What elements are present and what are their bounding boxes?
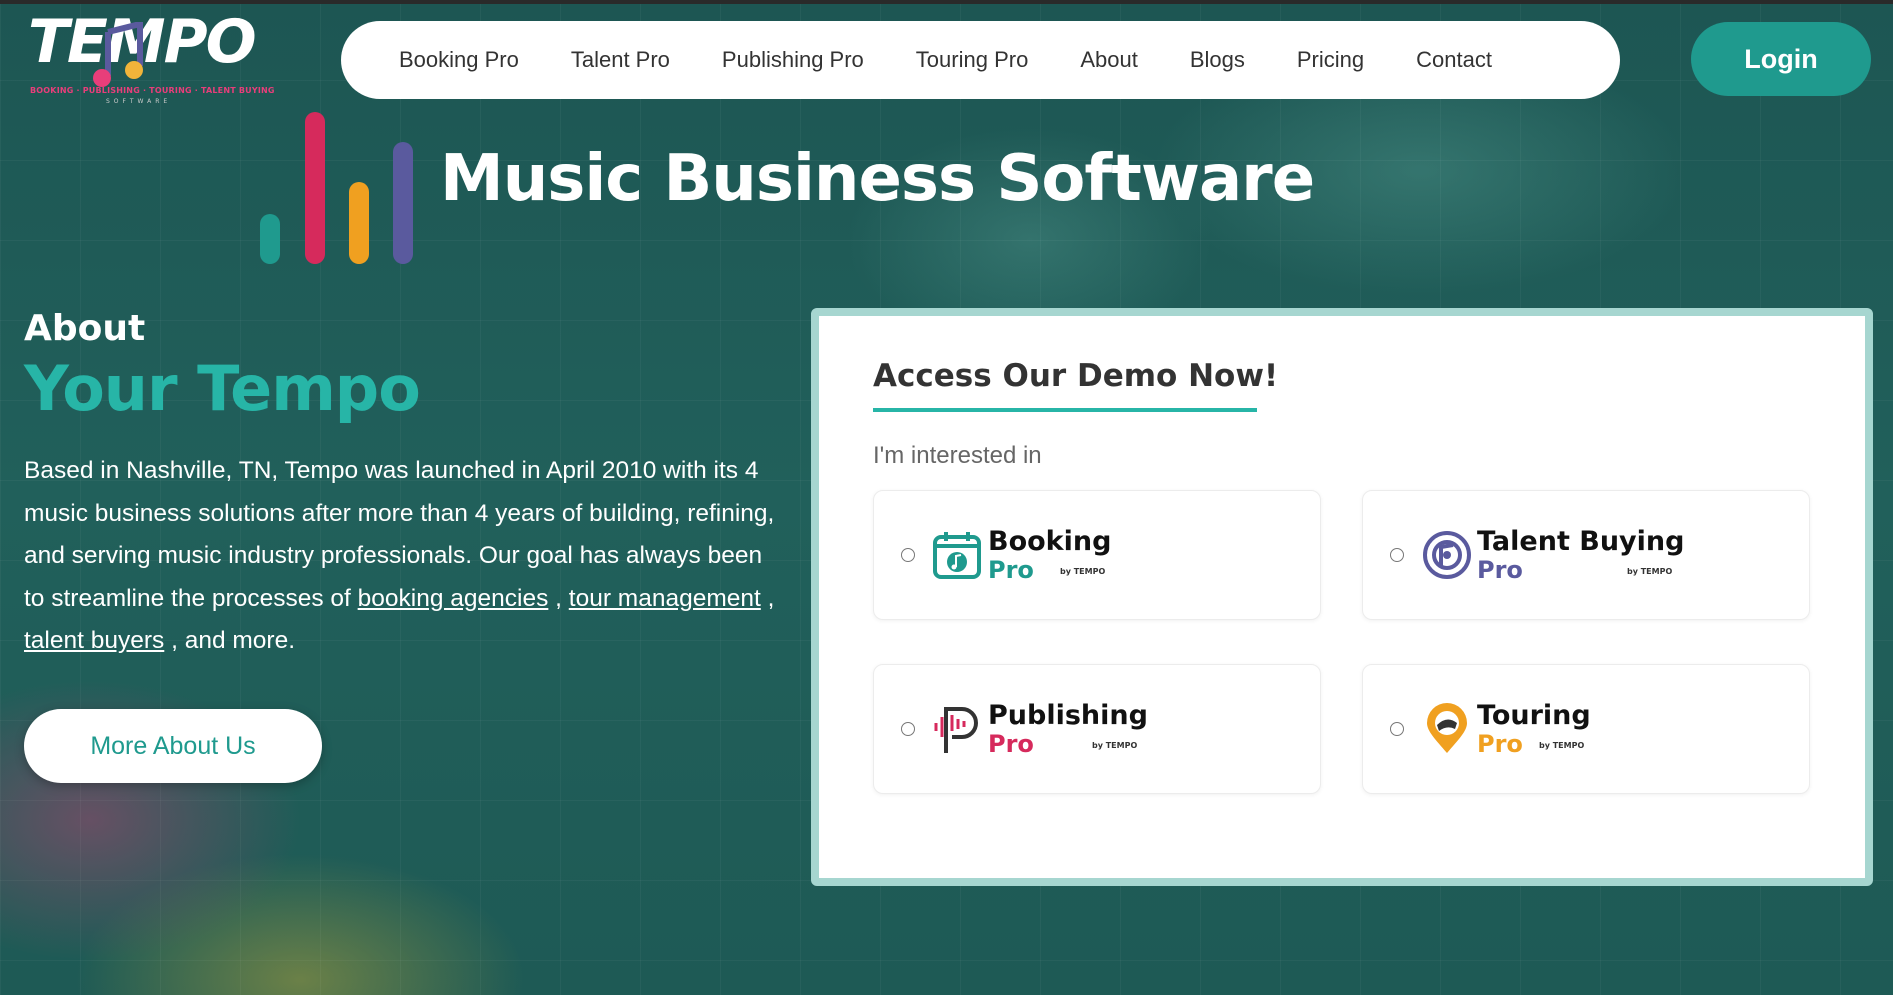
nav-pricing[interactable]: Pricing xyxy=(1297,47,1364,73)
option-name: Touring xyxy=(1477,700,1591,731)
tempo-logo[interactable]: TEMPO BOOKING · PUBLISHING · TOURING · T… xyxy=(28,10,275,110)
login-button[interactable]: Login xyxy=(1691,22,1871,96)
nav-publishing-pro[interactable]: Publishing Pro xyxy=(722,47,864,73)
about-description: Based in Nashville, TN, Tempo was launch… xyxy=(24,450,784,663)
option-publishing-pro[interactable]: Publishing Pro by TEMPO xyxy=(873,664,1321,794)
hero-title: Music Business Software xyxy=(440,142,1315,216)
option-pro: Pro xyxy=(988,556,1034,584)
option-pro: Pro xyxy=(1477,730,1523,758)
nav-booking-pro[interactable]: Booking Pro xyxy=(399,47,519,73)
about-label: About xyxy=(24,308,146,349)
more-about-us-button[interactable]: More About Us xyxy=(24,709,322,783)
option-booking-pro[interactable]: Booking Pro by TEMPO xyxy=(873,490,1321,620)
logo-tagline: BOOKING · PUBLISHING · TOURING · TALENT … xyxy=(30,86,275,95)
about-title: Your Tempo xyxy=(24,352,421,425)
demo-title-underline xyxy=(873,408,1257,412)
interest-label: I'm interested in xyxy=(873,442,1042,469)
tour-management-link[interactable]: tour management xyxy=(569,585,761,612)
touring-pro-radio[interactable] xyxy=(1390,722,1404,736)
nav-touring-pro[interactable]: Touring Pro xyxy=(916,47,1029,73)
talent-buying-pro-radio[interactable] xyxy=(1390,548,1404,562)
tour-pin-icon xyxy=(1427,703,1467,753)
soundwave-p-icon xyxy=(934,707,978,753)
option-name: Publishing xyxy=(988,700,1148,731)
nav-about[interactable]: About xyxy=(1080,47,1138,73)
by-tempo-label: by TEMPO xyxy=(1627,567,1673,576)
about-separator: , xyxy=(760,584,775,612)
nav-contact[interactable]: Contact xyxy=(1416,47,1492,73)
demo-card: Access Our Demo Now! I'm interested in B… xyxy=(811,308,1873,886)
music-note-icon xyxy=(93,22,143,87)
publishing-pro-radio[interactable] xyxy=(901,722,915,736)
option-name: Talent Buying xyxy=(1477,526,1685,557)
option-name: Booking xyxy=(988,526,1112,557)
talent-buyers-link[interactable]: talent buyers xyxy=(24,627,164,654)
top-strip xyxy=(0,0,1893,4)
option-talent-buying-pro[interactable]: Talent Buying Pro by TEMPO xyxy=(1362,490,1810,620)
about-separator: , xyxy=(548,584,569,612)
equalizer-bars-icon xyxy=(260,112,413,264)
nav-blogs[interactable]: Blogs xyxy=(1190,47,1245,73)
option-touring-pro[interactable]: Touring Pro by TEMPO xyxy=(1362,664,1810,794)
booking-agencies-link[interactable]: booking agencies xyxy=(358,585,549,612)
about-text-outro: , and more. xyxy=(164,627,296,654)
demo-title: Access Our Demo Now! xyxy=(873,358,1279,394)
calendar-music-icon xyxy=(933,532,981,579)
logo-subtitle: SOFTWARE xyxy=(106,98,172,105)
option-pro: Pro xyxy=(988,730,1034,758)
option-pro: Pro xyxy=(1477,556,1523,584)
by-tempo-label: by TEMPO xyxy=(1092,741,1138,750)
main-nav: Booking Pro Talent Pro Publishing Pro To… xyxy=(341,21,1620,99)
by-tempo-label: by TEMPO xyxy=(1539,741,1585,750)
booking-pro-radio[interactable] xyxy=(901,548,915,562)
target-icon xyxy=(1423,531,1471,579)
by-tempo-label: by TEMPO xyxy=(1060,567,1106,576)
nav-talent-pro[interactable]: Talent Pro xyxy=(571,47,670,73)
